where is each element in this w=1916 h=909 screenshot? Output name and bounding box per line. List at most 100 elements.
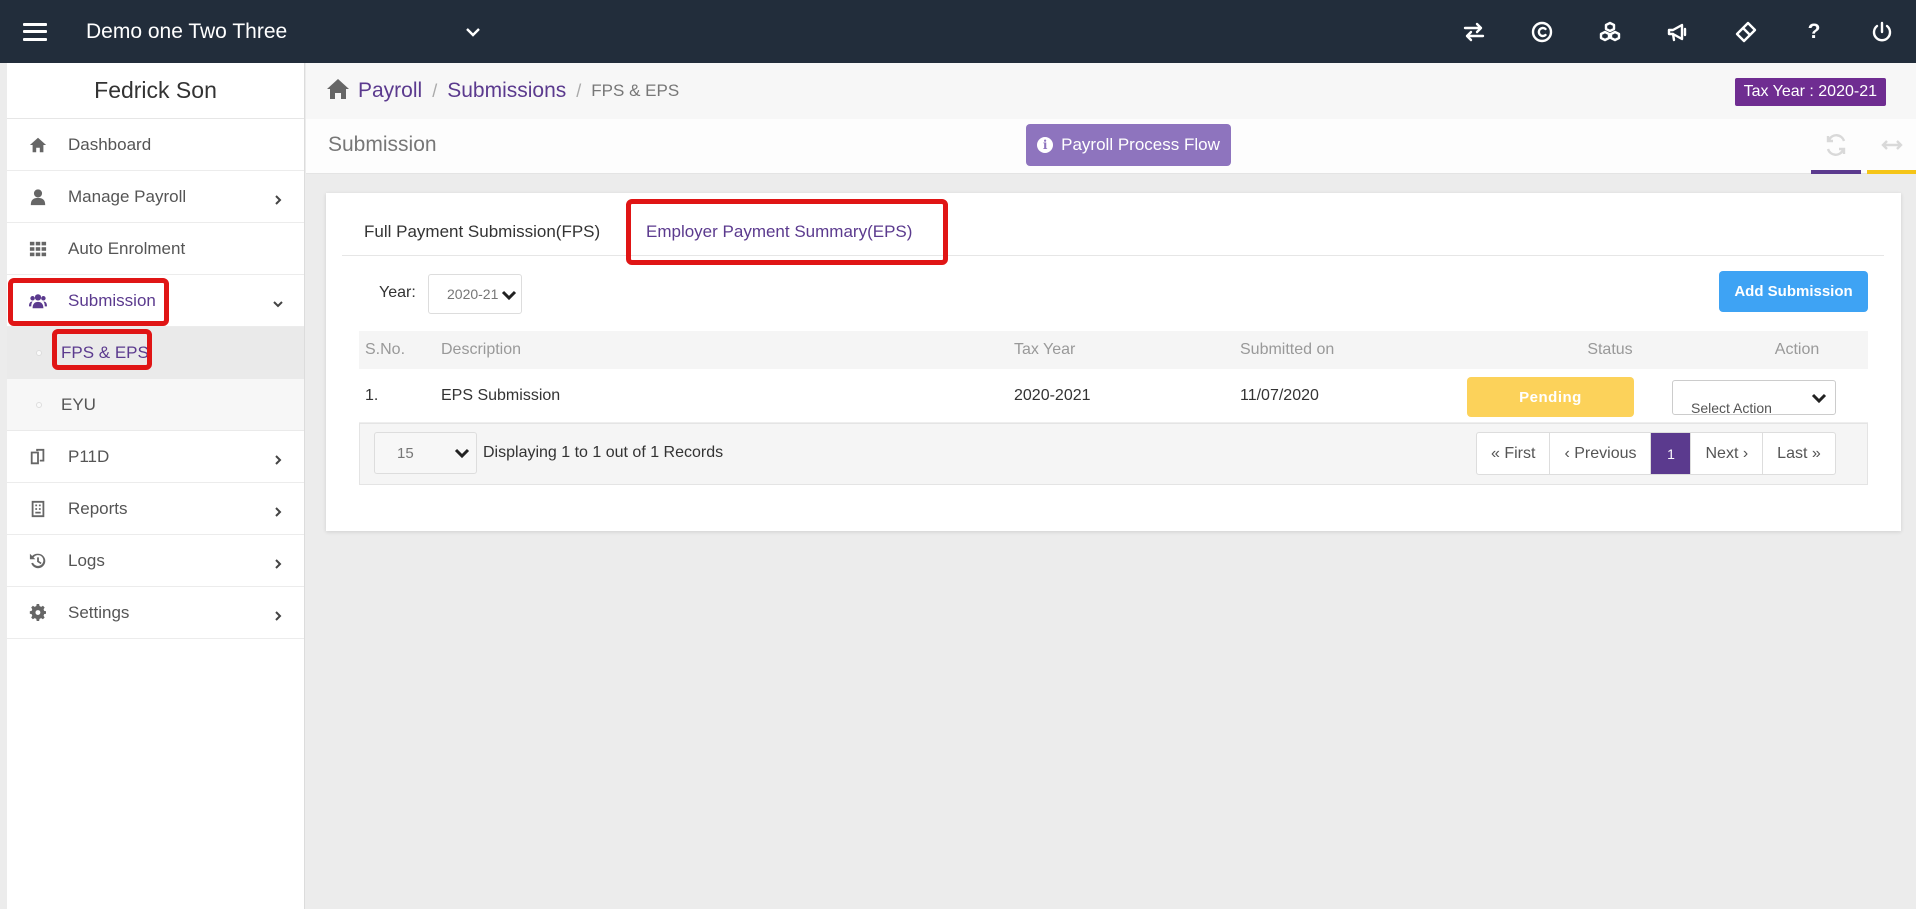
breadcrumb-current: FPS & EPS: [591, 81, 680, 100]
cell-sno: 1.: [365, 387, 379, 404]
gear-icon: [27, 603, 49, 623]
home-icon: [27, 135, 49, 155]
status-badge: Pending: [1467, 377, 1634, 417]
sidebar-item-label: Logs: [68, 550, 105, 570]
sidebar-subitem-eyu[interactable]: EYU: [7, 379, 304, 431]
home-icon[interactable]: [326, 78, 350, 105]
header-action: Action: [1774, 341, 1820, 358]
year-select[interactable]: 2020-21: [428, 274, 522, 314]
add-submission-button[interactable]: Add Submission: [1719, 271, 1868, 312]
pagination: « First ‹ Previous 1 Next › Last »: [1476, 432, 1836, 475]
refresh-icon[interactable]: [1811, 119, 1861, 174]
cell-description: EPS Submission: [441, 387, 561, 404]
page-title: Submission: [328, 133, 437, 156]
history-icon: [27, 551, 49, 571]
chevron-down-icon: [454, 445, 470, 461]
table-footer: 15 Displaying 1 to 1 out of 1 Records « …: [359, 423, 1868, 485]
previous-label: Previous: [1574, 444, 1637, 462]
sidebar-item-submission[interactable]: Submission: [7, 275, 304, 327]
chevron-right-icon: [272, 191, 284, 205]
chevron-right-icon: [272, 503, 284, 517]
hamburger-icon: [23, 22, 47, 41]
table-header: S.No. Description Tax Year Submitted on …: [359, 331, 1868, 369]
cubes-icon[interactable]: [1576, 0, 1644, 63]
sidebar-subitem-label: FPS & EPS: [61, 342, 149, 362]
sidebar-item-settings[interactable]: Settings: [7, 587, 304, 639]
first-page-button[interactable]: « First: [1477, 433, 1551, 474]
bullet-icon: [36, 401, 42, 408]
previous-page-button[interactable]: ‹ Previous: [1550, 433, 1652, 474]
sidebar-item-label: Auto Enrolment: [68, 238, 186, 258]
header-tax-year: Tax Year: [1014, 341, 1076, 358]
report-icon: [27, 499, 49, 519]
double-chevron-right-icon: »: [1807, 444, 1821, 462]
c-coin-icon[interactable]: [1508, 0, 1576, 63]
sidebar: Fedrick Son Dashboard Manage Payroll Aut…: [7, 63, 305, 909]
table-row: 1. EPS Submission 2020-2021 11/07/2020 P…: [359, 369, 1868, 423]
first-label: First: [1504, 444, 1536, 462]
sidebar-item-p11d[interactable]: P11D: [7, 431, 304, 483]
company-switcher-chevron-icon[interactable]: [461, 20, 485, 44]
grid-icon: [27, 239, 49, 259]
chevron-left-icon: ‹: [1564, 444, 1575, 462]
company-name: Demo one Two Three: [86, 19, 288, 43]
chevron-right-icon: [272, 555, 284, 569]
chevron-right-icon: [272, 607, 284, 621]
per-page-value: 15: [397, 444, 414, 462]
breadcrumb-payroll[interactable]: Payroll: [358, 79, 422, 103]
sidebar-subitem-label: EYU: [61, 394, 96, 414]
submission-tabs: Full Payment Submission(FPS) Employer Pa…: [342, 193, 1884, 256]
user-name: Fedrick Son: [7, 63, 304, 119]
header-description: Description: [441, 341, 522, 358]
sidebar-subitem-fps-eps[interactable]: FPS & EPS: [7, 327, 304, 379]
tab-eps[interactable]: Employer Payment Summary(EPS): [646, 222, 912, 242]
cell-submitted-on: 11/07/2020: [1240, 387, 1319, 404]
next-page-button[interactable]: Next ›: [1691, 433, 1764, 474]
page-1-button[interactable]: 1: [1651, 433, 1692, 474]
user-icon: [27, 187, 49, 207]
info-icon: i: [1037, 137, 1054, 153]
sidebar-item-label: Settings: [68, 602, 130, 622]
sidebar-item-auto-enrolment[interactable]: Auto Enrolment: [7, 223, 304, 275]
double-chevron-left-icon: «: [1491, 444, 1505, 462]
hamburger-menu-button[interactable]: [0, 0, 70, 63]
help-icon[interactable]: ?: [1780, 0, 1848, 63]
chevron-down-icon: [1811, 390, 1827, 406]
submission-card: Full Payment Submission(FPS) Employer Pa…: [326, 193, 1901, 531]
next-label: Next: [1705, 444, 1739, 462]
transfer-icon[interactable]: [1440, 0, 1508, 63]
power-icon[interactable]: [1848, 0, 1916, 63]
sidebar-item-label: Manage Payroll: [68, 186, 187, 206]
payroll-process-flow-label: Payroll Process Flow: [1061, 135, 1220, 154]
megaphone-icon[interactable]: [1644, 0, 1712, 63]
chevron-right-icon: ›: [1738, 444, 1749, 462]
breadcrumb-separator: /: [432, 80, 438, 101]
last-label: Last: [1777, 444, 1808, 462]
action-select[interactable]: Select Action: [1672, 380, 1836, 416]
sidebar-item-label: Submission: [68, 290, 156, 310]
expand-horizontal-icon[interactable]: [1867, 119, 1916, 174]
records-info: Displaying 1 to 1 out of 1 Records: [483, 444, 724, 461]
tab-fps[interactable]: Full Payment Submission(FPS): [364, 222, 600, 242]
sidebar-item-reports[interactable]: Reports: [7, 483, 304, 535]
breadcrumb-submissions[interactable]: Submissions: [447, 79, 566, 103]
chevron-down-icon: [501, 287, 517, 303]
chevron-down-icon: [272, 295, 284, 307]
header-status: Status: [1587, 341, 1633, 358]
payroll-process-flow-button[interactable]: i Payroll Process Flow: [1026, 124, 1231, 166]
sidebar-item-label: Dashboard: [68, 134, 152, 154]
page-header: Submission i Payroll Process Flow: [306, 119, 1916, 174]
submissions-table: S.No. Description Tax Year Submitted on …: [359, 331, 1868, 423]
year-select-value: 2020-21: [447, 286, 499, 302]
sidebar-item-manage-payroll[interactable]: Manage Payroll: [7, 171, 304, 223]
sidebar-item-logs[interactable]: Logs: [7, 535, 304, 587]
ticket-icon[interactable]: [1712, 0, 1780, 63]
tax-year-badge: Tax Year : 2020-21: [1734, 78, 1886, 106]
header-submitted-on: Submitted on: [1240, 341, 1335, 358]
documents-icon: [27, 447, 49, 467]
breadcrumb: Payroll / Submissions / FPS & EPS Tax Ye…: [306, 63, 1916, 119]
year-label: Year:: [379, 284, 416, 301]
sidebar-item-dashboard[interactable]: Dashboard: [7, 119, 304, 171]
last-page-button[interactable]: Last »: [1763, 433, 1835, 474]
per-page-select[interactable]: 15: [374, 432, 477, 474]
